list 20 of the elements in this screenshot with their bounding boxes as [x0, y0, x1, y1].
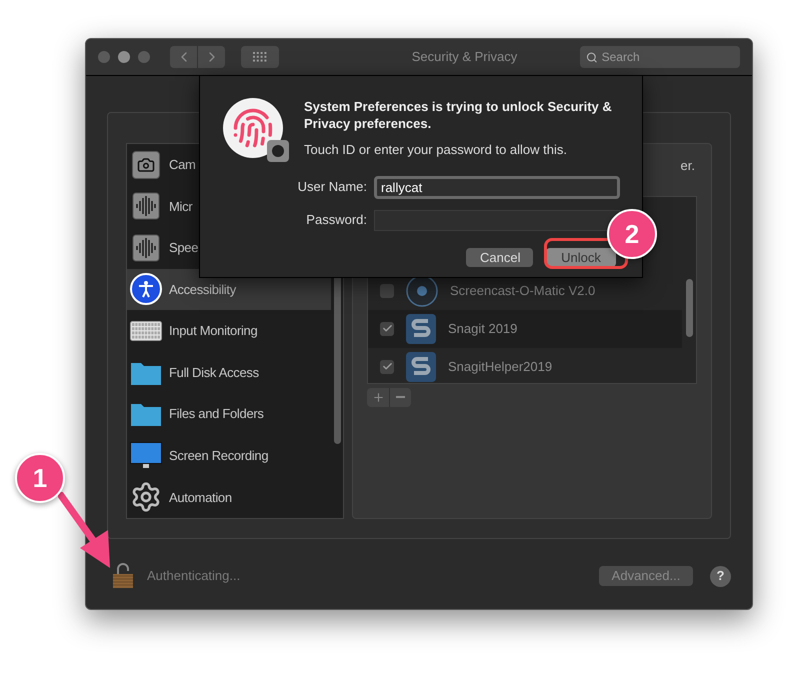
callout-badge: 1 [15, 453, 65, 503]
category-label: Automation [169, 488, 232, 507]
category-label: Spee [169, 239, 198, 258]
category-label: Input Monitoring [169, 322, 258, 340]
category-label: Micr [169, 198, 192, 216]
category-label: Screen Recording [169, 446, 268, 465]
window-title: Security & Privacy [410, 48, 518, 66]
description-text: er. [680, 157, 695, 175]
app-name: SnagitHelper2019 [448, 358, 552, 376]
category-label: Files and Folders [169, 405, 264, 424]
app-name: Snagit 2019 [448, 320, 518, 338]
password-label: Password: [305, 211, 368, 230]
app-name: Screencast-O-Matic V2.0 [450, 282, 596, 300]
lock-status: Authenticating... [147, 567, 242, 586]
dialog-message: Touch ID or enter your password to allow this. [304, 141, 568, 159]
category-label: Cam [169, 156, 196, 174]
user-name-label: User Name: [296, 178, 368, 196]
category-label: Full Disk Access [169, 364, 259, 382]
dialog-title: System Preferences is trying to unlock Security & Privacy preferences. [304, 98, 613, 132]
category-label: Accessibility [169, 280, 236, 299]
